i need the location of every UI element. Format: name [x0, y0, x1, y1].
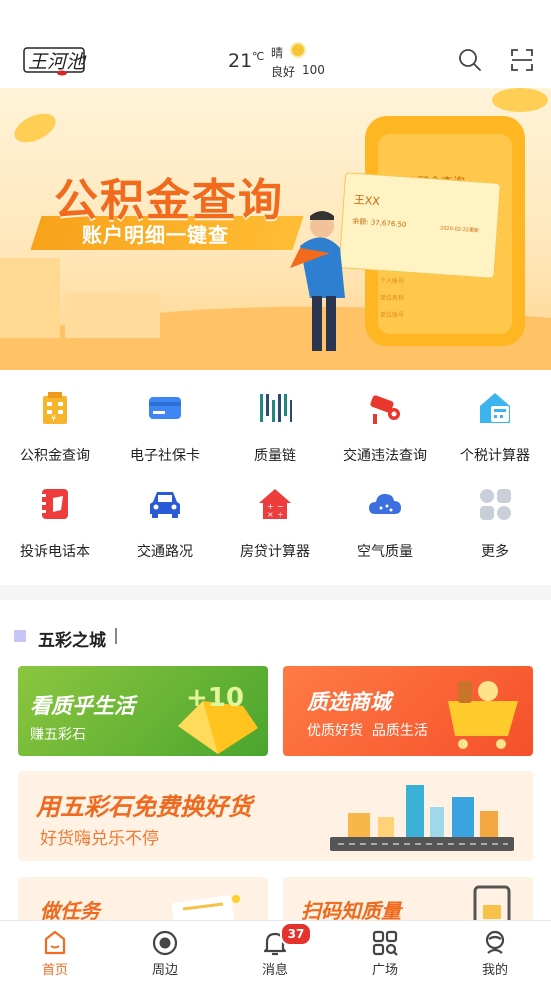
- car-icon: [147, 486, 183, 522]
- top-bar: 王河池 21 ℃ 晴 良好 100: [0, 0, 551, 88]
- profile-icon: [481, 929, 509, 957]
- card-title: 质选商城: [307, 690, 391, 714]
- card-redeem-goods[interactable]: 用五彩石免费换好货 好货嗨兑乐不停: [18, 771, 533, 861]
- cloud-icon: [367, 486, 403, 522]
- service-label: 交通违法查询: [343, 448, 427, 464]
- card-quality-mall[interactable]: 质选商城 优质好货 品质生活: [283, 666, 533, 756]
- building-icon: ¥: [37, 390, 73, 426]
- colorful-city-section: 五彩之城 +10 看质乎生活 赚五彩石 质选商城 优质好货 品质生活 用五彩石免…: [0, 600, 551, 937]
- banner-subtitle: 账户明细一键查: [82, 223, 229, 247]
- promo-banner[interactable]: 公积金查询 王XX 余额: 37,676.50 2020-02-22更新 个人账…: [0, 88, 551, 370]
- card-name: 王XX: [353, 193, 380, 208]
- tab-label: 广场: [371, 963, 398, 978]
- tab-label: 我的: [481, 963, 508, 978]
- bonus-badge: +10: [186, 683, 244, 713]
- house-calc-icon: + − × ÷: [257, 486, 293, 522]
- card-subtitle: 赚五彩石: [30, 727, 86, 743]
- nearby-icon: [151, 929, 179, 957]
- tab-square[interactable]: 广场: [330, 921, 440, 982]
- service-more[interactable]: 更多: [440, 466, 550, 562]
- service-label: 更多: [481, 544, 509, 560]
- bottom-tab-bar: 首页 周边 消息 广场 我的: [0, 920, 551, 982]
- barcode-icon: [257, 390, 293, 426]
- service-air-quality[interactable]: 空气质量: [330, 466, 440, 562]
- service-label: 公积金查询: [20, 448, 90, 464]
- tab-label: 首页: [41, 963, 68, 978]
- card-subtitle: 好货嗨兑乐不停: [40, 829, 159, 849]
- service-traffic-violation[interactable]: 交通违法查询: [330, 370, 440, 466]
- more-icon: [477, 486, 513, 522]
- service-mortgage-calculator[interactable]: + − × ÷ 房贷计算器: [220, 466, 330, 562]
- service-social-card[interactable]: 电子社保卡: [110, 370, 220, 466]
- temperature: 21: [228, 50, 253, 72]
- tab-home[interactable]: 首页: [0, 921, 110, 982]
- camera-icon: [367, 390, 403, 426]
- sun-icon: [292, 44, 304, 56]
- service-label: 质量链: [254, 448, 296, 464]
- service-quality-chain[interactable]: 质量链: [220, 370, 330, 466]
- scan-icon[interactable]: [510, 48, 534, 72]
- weather-condition: 晴: [271, 46, 284, 60]
- tab-profile[interactable]: 我的: [440, 921, 550, 982]
- message-count-badge: 37: [280, 922, 312, 946]
- service-traffic-conditions[interactable]: 交通路况: [110, 466, 220, 562]
- phone-row: 单位名称: [380, 294, 404, 302]
- svg-text:÷: ÷: [277, 510, 284, 519]
- tab-label: 消息: [261, 963, 288, 978]
- service-label: 空气质量: [357, 544, 413, 560]
- card-title: 看质乎生活: [30, 694, 135, 718]
- service-label: 投诉电话本: [20, 544, 90, 560]
- service-label: 交通路况: [137, 544, 193, 560]
- calculator-house-icon: [477, 390, 513, 426]
- svg-text:×: ×: [267, 510, 274, 519]
- service-grid: ¥ 公积金查询 电子社保卡 质量链 交通违法查询 个税计算器 投诉电话本 交通路…: [0, 370, 551, 585]
- service-tax-calculator[interactable]: 个税计算器: [440, 370, 550, 466]
- service-housing-fund[interactable]: ¥ 公积金查询: [0, 370, 110, 466]
- card-subtitle: 优质好货 品质生活: [307, 723, 428, 739]
- phone-row: 单位账号: [380, 311, 404, 319]
- section-marker: [14, 630, 26, 642]
- air-quality-value: 100: [302, 63, 325, 77]
- temperature-unit: ℃: [252, 50, 265, 63]
- home-icon: [41, 929, 69, 957]
- phone-row: 个人账号: [380, 277, 404, 285]
- service-label: 个税计算器: [460, 448, 530, 464]
- tab-messages[interactable]: 消息: [220, 921, 330, 982]
- air-quality-label: 良好: [271, 65, 296, 79]
- card-title: 用五彩石免费换好货: [36, 793, 252, 821]
- section-divider: [115, 628, 117, 644]
- tab-nearby[interactable]: 周边: [110, 921, 220, 982]
- app-logo: 王河池: [22, 44, 88, 76]
- service-complaint-phonebook[interactable]: 投诉电话本: [0, 466, 110, 562]
- service-label: 电子社保卡: [130, 448, 200, 464]
- tab-label: 周边: [151, 963, 178, 978]
- card-quality-life[interactable]: +10 看质乎生活 赚五彩石: [18, 666, 268, 756]
- square-grid-icon: [371, 929, 399, 957]
- phone-book-icon: [37, 486, 73, 522]
- search-icon[interactable]: [458, 48, 482, 72]
- svg-text:¥: ¥: [51, 414, 56, 423]
- logo-text: 王河池: [28, 51, 87, 73]
- service-label: 房贷计算器: [240, 544, 310, 560]
- section-title: 五彩之城: [38, 631, 106, 651]
- card-icon: [147, 390, 183, 426]
